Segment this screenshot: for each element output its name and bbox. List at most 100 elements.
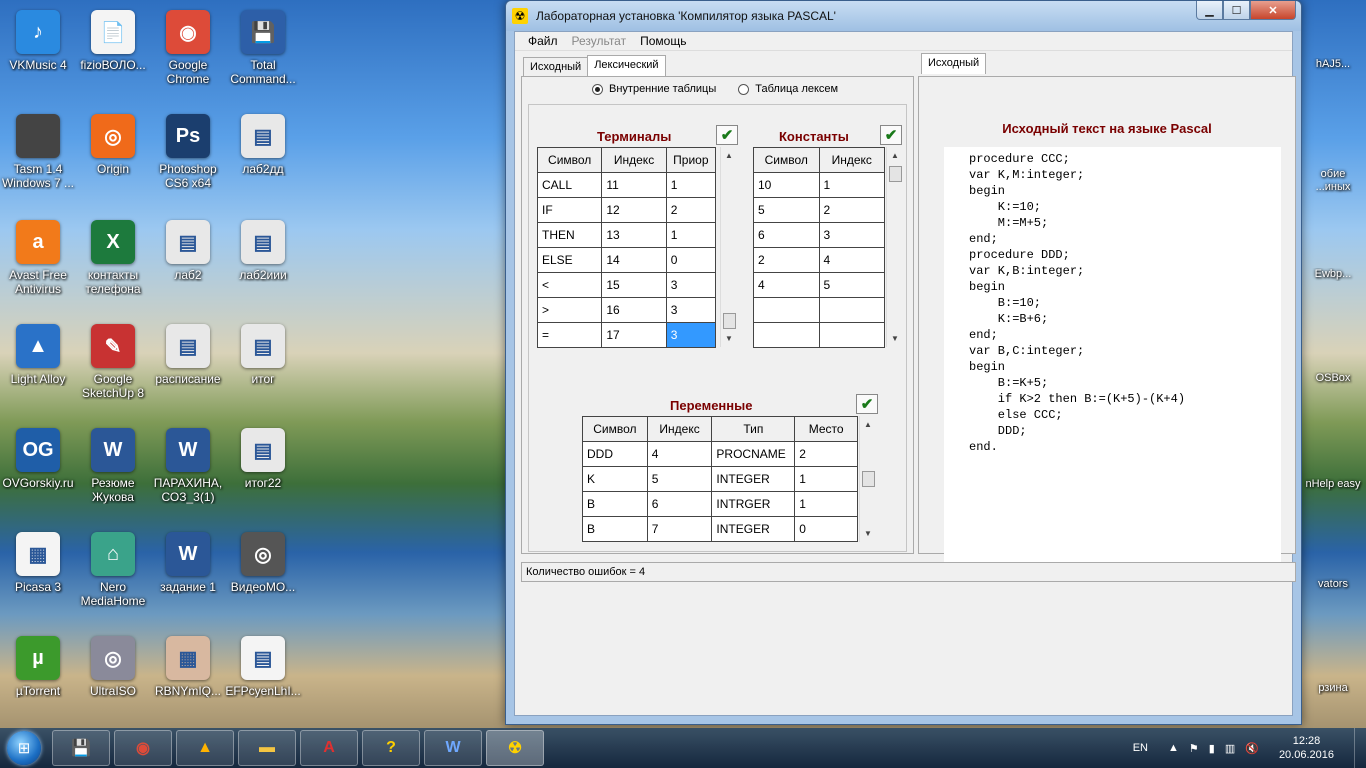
table-cell[interactable]: 1 (794, 466, 858, 492)
desktop-icon[interactable]: W ПАРАХИНА, СОЗ_3(1) (150, 424, 226, 520)
table-cell[interactable]: 3 (665, 322, 717, 348)
table-cell[interactable]: 4 (646, 441, 713, 467)
desktop-icon[interactable]: ▤ итог (225, 320, 301, 416)
desktop-icon[interactable]: ◎ ВидеоМО... (225, 528, 301, 624)
show-hidden-icons-icon[interactable]: ▲ (1168, 742, 1179, 754)
desktop-icon[interactable]: ✎ Google SketchUp 8 (75, 320, 151, 416)
scroll-up-icon[interactable]: ▲ (860, 416, 876, 433)
table-row[interactable]: IF 12 2 (536, 197, 717, 223)
table-row[interactable]: >16 3 (536, 297, 717, 323)
scroll-thumb[interactable] (889, 166, 902, 182)
table-cell[interactable]: 13 (601, 222, 667, 248)
table-cell[interactable]: B (582, 516, 648, 542)
scroll-down-icon[interactable]: ▼ (860, 525, 876, 542)
volume-muted-icon[interactable]: 🔇 (1245, 742, 1259, 755)
table-cell[interactable]: 15 (601, 272, 667, 298)
taskbar-total-commander[interactable]: 💾 (52, 730, 110, 766)
table-cell[interactable]: CALL (536, 172, 603, 198)
maximize-button[interactable]: ☐ (1223, 1, 1250, 20)
table-cell[interactable]: 6 (753, 222, 820, 248)
table-cell[interactable]: > (536, 297, 603, 323)
radio-lexeme-table[interactable]: Таблица лексем (738, 83, 838, 95)
table-cell[interactable]: 2 (753, 247, 820, 273)
terminals-check-button[interactable]: ✔ (716, 125, 738, 145)
table-cell[interactable]: 4 (818, 247, 885, 273)
minimize-button[interactable]: ▁ (1196, 1, 1223, 20)
network-icon[interactable]: ▥ (1225, 742, 1235, 755)
constants-check-button[interactable]: ✔ (880, 125, 902, 145)
table-cell[interactable]: 3 (818, 222, 885, 248)
desktop-icon[interactable]: a Avast Free Antivirus (0, 216, 76, 312)
tab-lexical[interactable]: Лексический (587, 55, 666, 76)
menu-result[interactable]: Результат (565, 34, 634, 48)
desktop-icon[interactable]: 📄 fizioВОЛО... (75, 6, 151, 102)
taskbar-explorer[interactable]: ▬ (238, 730, 296, 766)
taskbar-help[interactable]: ? (362, 730, 420, 766)
table-cell[interactable]: 17 (601, 322, 667, 348)
table-cell[interactable]: 14 (601, 247, 667, 273)
language-indicator[interactable]: EN (1133, 742, 1148, 754)
taskbar-chrome[interactable]: ◉ (114, 730, 172, 766)
desktop-icon[interactable]: ▤ лаб2дд (225, 110, 301, 206)
scroll-thumb[interactable] (862, 471, 875, 487)
table-cell[interactable]: < (536, 272, 603, 298)
titlebar[interactable]: ☢ Лабораторная установка 'Компилятор язы… (506, 1, 1301, 31)
table-cell[interactable]: IF (536, 197, 603, 223)
table-cell[interactable]: 3 (665, 297, 717, 323)
table-cell[interactable] (753, 297, 820, 323)
desktop-icon[interactable]: Xконтакты телефона (75, 216, 151, 312)
desktop-icon[interactable]: OG OVGorskiy.ru (0, 424, 76, 520)
desktop-icon-label[interactable]: OSBox (1303, 372, 1363, 385)
menu-help[interactable]: Помощь (633, 34, 693, 48)
table-row[interactable]: 10 1 (753, 172, 885, 198)
desktop-icon[interactable]: ◎ Origin (75, 110, 151, 206)
taskbar-light-alloy[interactable]: ▲ (176, 730, 234, 766)
desktop-icon[interactable]: Ps Photoshop CS6 x64 (150, 110, 226, 206)
table-row[interactable]: CALL 11 1 (536, 172, 717, 198)
tab-source[interactable]: Исходный (523, 57, 589, 78)
table-cell[interactable]: 10 (753, 172, 820, 198)
desktop-icon[interactable]: 💾 Total Command... (225, 6, 301, 102)
table-cell[interactable]: 6 (646, 491, 713, 517)
desktop-icon[interactable]: W Резюме Жукова (75, 424, 151, 520)
clock[interactable]: 12:28 20.06.2016 (1279, 734, 1334, 762)
constants-scrollbar[interactable]: ▲ ▼ (886, 147, 903, 347)
desktop-icon[interactable]: ♪ VKMusic 4 (0, 6, 76, 102)
table-row[interactable] (753, 297, 885, 323)
start-button[interactable]: ⊞ (0, 728, 48, 768)
flag-icon[interactable]: ⚑ (1189, 742, 1199, 755)
table-cell[interactable]: 3 (665, 272, 717, 298)
table-cell[interactable]: 16 (601, 297, 667, 323)
desktop-icon[interactable]: ▤ итог22 (225, 424, 301, 520)
desktop-icon[interactable]: ▤ EFPcyenLhI... (225, 632, 301, 728)
table-row[interactable]: 24 (753, 247, 885, 273)
table-cell[interactable]: 0 (665, 247, 717, 273)
menu-file[interactable]: Файл (521, 34, 565, 48)
table-cell[interactable]: 5 (646, 466, 713, 492)
table-cell[interactable]: ELSE (536, 247, 603, 273)
table-cell[interactable] (753, 322, 820, 348)
table-cell[interactable]: 1 (665, 222, 717, 248)
scroll-down-icon[interactable]: ▼ (887, 330, 903, 347)
table-cell[interactable]: 1 (818, 172, 885, 198)
scroll-up-icon[interactable]: ▲ (721, 147, 737, 164)
desktop-icon[interactable]: ◉ Google Chrome (150, 6, 226, 102)
desktop-icon-label[interactable]: Ewbp... (1303, 268, 1363, 281)
desktop-icon[interactable]: ▦ RBNYmIQ... (150, 632, 226, 728)
desktop-icon-label[interactable]: рзина (1303, 682, 1363, 695)
desktop-icon-label[interactable]: обие ...иных (1303, 168, 1363, 194)
table-cell[interactable]: PROCNAME (711, 441, 796, 467)
desktop-icon[interactable]: ▤ лаб2 (150, 216, 226, 312)
table-cell[interactable]: 0 (794, 516, 858, 542)
table-row[interactable]: 52 (753, 197, 885, 223)
table-cell[interactable]: 12 (601, 197, 667, 223)
table-row[interactable]: B 6 INTRGER 1 (582, 491, 858, 517)
table-row[interactable]: DDD 4 PROCNAME 2 (582, 441, 858, 467)
table-row[interactable] (753, 322, 885, 348)
table-row[interactable]: 45 (753, 272, 885, 298)
desktop-icon-label[interactable]: nHelp easy (1303, 478, 1363, 491)
desktop-icon-label[interactable]: hAJ5... (1303, 58, 1363, 71)
table-cell[interactable]: = (536, 322, 603, 348)
desktop-icon-label[interactable]: vators (1303, 578, 1363, 591)
scroll-up-icon[interactable]: ▲ (887, 147, 903, 164)
